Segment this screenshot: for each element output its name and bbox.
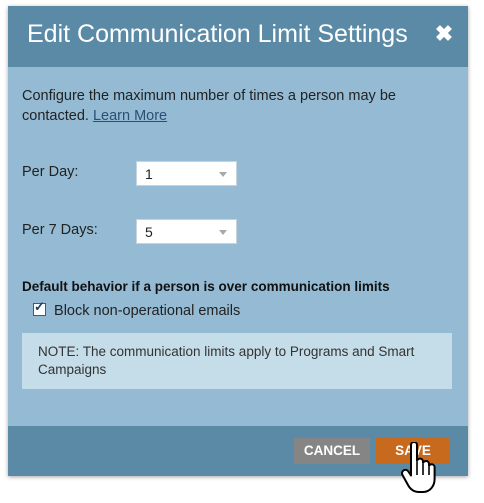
close-icon[interactable]: ✖ [434,22,454,46]
dialog-title: Edit Communication Limit Settings [27,20,408,48]
note-text: NOTE: The communication limits apply to … [38,344,415,377]
chevron-down-icon [219,172,227,177]
dialog-header: Edit Communication Limit Settings ✖ [8,6,468,67]
chevron-down-icon [219,230,227,235]
per-7-days-label: Per 7 Days: [22,222,98,238]
per-7-days-value: 5 [145,224,153,240]
checkmark-icon: ✓ [34,299,45,314]
cancel-button[interactable]: CANCEL [294,438,370,464]
intro-text: Configure the maximum number of times a … [22,88,396,124]
learn-more-link[interactable]: Learn More [93,108,167,124]
intro-text-block: Configure the maximum number of times a … [22,86,442,126]
per-day-value: 1 [145,166,153,182]
per-day-label: Per Day: [22,164,79,180]
save-button[interactable]: SAVE [376,438,450,464]
default-behavior-heading: Default behavior if a person is over com… [22,279,390,294]
block-non-operational-label[interactable]: Block non-operational emails [54,303,240,319]
per-day-select[interactable]: 1 [136,161,237,186]
block-non-operational-checkbox[interactable]: ✓ [33,299,46,316]
per-7-days-select[interactable]: 5 [136,219,237,244]
dialog-footer: CANCEL SAVE [8,426,468,476]
edit-communication-limit-dialog: Edit Communication Limit Settings ✖ Conf… [8,6,468,476]
block-non-operational-row: ✓ Block non-operational emails [33,299,240,319]
note-box: NOTE: The communication limits apply to … [22,333,452,389]
